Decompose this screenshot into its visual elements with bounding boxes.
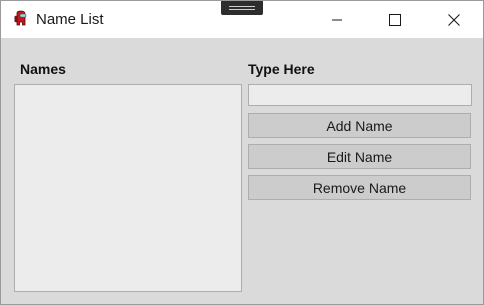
title-bar[interactable]: Name List <box>1 1 483 38</box>
maximize-icon <box>389 13 401 26</box>
names-label: Names <box>20 61 66 77</box>
names-listbox[interactable] <box>14 84 242 292</box>
close-icon <box>448 13 460 26</box>
edit-name-button[interactable]: Edit Name <box>248 144 471 169</box>
window-title: Name List <box>36 11 104 28</box>
red-crewmate-icon <box>14 10 27 26</box>
minimize-icon <box>332 19 342 20</box>
maximize-button[interactable] <box>366 1 424 38</box>
add-name-button[interactable]: Add Name <box>248 113 471 138</box>
minimize-button[interactable] <box>308 1 366 38</box>
name-input[interactable] <box>248 84 472 106</box>
type-here-label: Type Here <box>248 61 315 77</box>
drag-handle[interactable] <box>221 1 263 15</box>
remove-name-button[interactable]: Remove Name <box>248 175 471 200</box>
close-button[interactable] <box>425 1 483 38</box>
app-window: Name List Names Type Here Add Name Edit … <box>0 0 484 305</box>
